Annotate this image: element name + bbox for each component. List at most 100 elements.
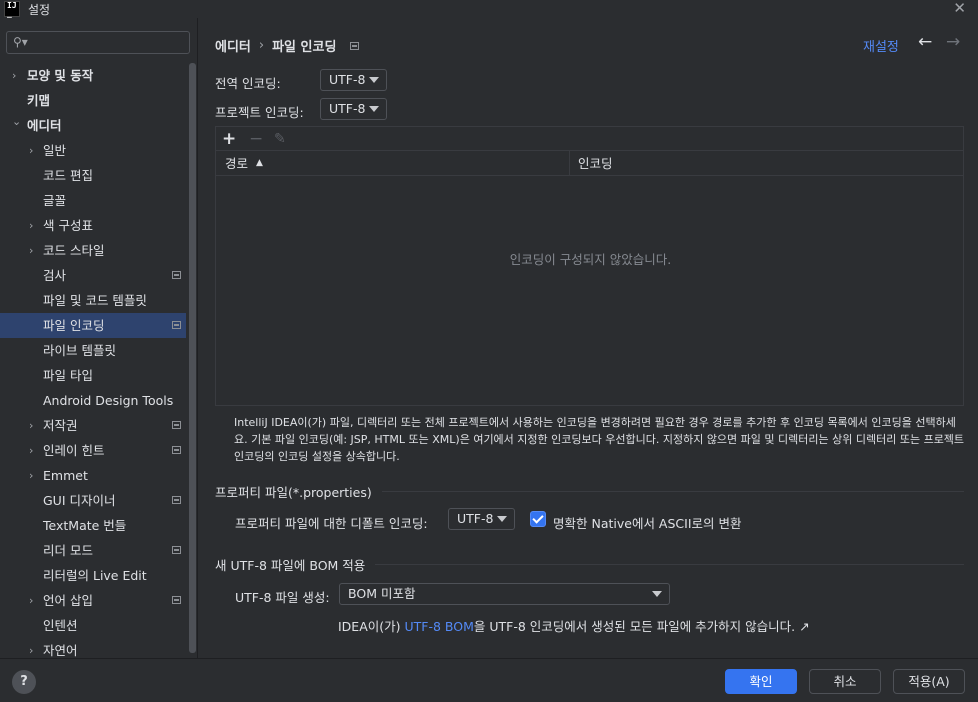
chevron-right-icon[interactable]: › — [12, 63, 16, 88]
sidebar-item[interactable]: 파일 타입 — [0, 363, 186, 388]
table-toolbar: + − ✎ — [216, 127, 963, 151]
sidebar-item-label: 색 구성표 — [43, 218, 93, 233]
settings-tree: › 모양 및 동작 키맵 ⌄ 에디터 › 일반 코드 편집 글꼴 › 색 구성표 › 코드 스타일 검사 파… — [0, 63, 186, 663]
breadcrumb-current: 파일 인코딩 — [272, 40, 337, 55]
chevron-right-icon[interactable]: › — [29, 238, 33, 263]
sidebar-item[interactable]: 파일 및 코드 템플릿 — [0, 288, 186, 313]
sidebar-item[interactable]: GUI 디자이너 — [0, 488, 186, 513]
window-titlebar: IJ _ 설정 ✕ — [0, 0, 978, 18]
sidebar-item-label: 인레이 힌트 — [43, 443, 105, 458]
sidebar-item-label: 파일 및 코드 템플릿 — [43, 293, 147, 308]
edit-icon[interactable]: ✎ — [274, 127, 286, 151]
sidebar-item[interactable]: › 색 구성표 — [0, 213, 186, 238]
chevron-right-icon[interactable]: › — [29, 413, 33, 438]
settings-search[interactable]: ⚲▾ — [6, 31, 190, 54]
reset-link[interactable]: 재설정 — [863, 36, 899, 55]
forward-arrow-icon[interactable]: → — [946, 32, 960, 52]
project-scope-icon — [172, 421, 181, 429]
breadcrumb-parent[interactable]: 에디터 — [215, 36, 251, 55]
section-divider — [381, 491, 964, 492]
sidebar-item[interactable]: 코드 편집 — [0, 163, 186, 188]
sidebar-item-label: 검사 — [43, 268, 67, 283]
chevron-down-icon — [652, 591, 662, 597]
sidebar-item[interactable]: 키맵 — [0, 88, 186, 113]
native-to-ascii-checkbox[interactable] — [530, 511, 546, 527]
global-encoding-label: 전역 인코딩: — [215, 76, 281, 91]
apply-button[interactable]: 적용(A) — [893, 669, 965, 694]
sidebar-item-label: 라이브 템플릿 — [43, 343, 116, 358]
sidebar-item-label: Android Design Tools — [43, 393, 174, 408]
sidebar-item[interactable]: 리더 모드 — [0, 538, 186, 563]
bom-create-value: BOM 미포함 — [348, 586, 416, 601]
sidebar-item[interactable]: › 인레이 힌트 — [0, 438, 186, 463]
sidebar-item[interactable]: › 저작권 — [0, 413, 186, 438]
add-icon[interactable]: + — [222, 127, 236, 151]
sidebar-item[interactable]: 검사 — [0, 263, 186, 288]
properties-encoding-select[interactable]: UTF-8 — [448, 508, 515, 530]
column-header-path[interactable]: 경로 — [225, 151, 248, 176]
project-scope-icon — [172, 446, 181, 454]
project-encoding-value: UTF-8 — [329, 101, 366, 116]
sidebar-item[interactable]: 리터럴의 Live Edit — [0, 563, 186, 588]
bom-hint-prefix: IDEA이(가) — [338, 619, 405, 634]
remove-icon[interactable]: − — [249, 127, 263, 151]
chevron-down-icon[interactable]: ⌄ — [12, 109, 21, 134]
bom-create-label: UTF-8 파일 생성: — [235, 590, 330, 605]
column-header-encoding[interactable]: 인코딩 — [578, 151, 613, 176]
sidebar-item[interactable]: › Emmet — [0, 463, 186, 488]
sidebar-item-label: 언어 삽입 — [43, 593, 93, 608]
global-encoding-value: UTF-8 — [329, 72, 366, 87]
chevron-right-icon[interactable]: › — [29, 438, 33, 463]
table-empty-message: 인코딩이 구성되지 않았습니다. — [509, 252, 672, 267]
chevron-down-icon — [369, 77, 379, 83]
sort-ascending-icon: ▲ — [256, 158, 263, 168]
sidebar-item-label: 글꼴 — [43, 193, 67, 208]
ok-button[interactable]: 확인 — [725, 669, 797, 694]
sidebar-item-label: 파일 타입 — [43, 368, 93, 383]
sidebar-item[interactable]: › 코드 스타일 — [0, 238, 186, 263]
dialog-footer: ? 확인 취소 적용(A) — [0, 658, 978, 702]
sidebar-item[interactable]: 인텐션 — [0, 613, 186, 638]
close-icon[interactable]: ✕ — [953, 0, 966, 17]
sidebar-item[interactable]: › 언어 삽입 — [0, 588, 186, 613]
chevron-right-icon[interactable]: › — [29, 588, 33, 613]
bom-section-title: 새 UTF-8 파일에 BOM 적용 — [215, 558, 366, 573]
intellij-logo-icon: IJ _ — [4, 1, 20, 18]
sidebar-item-label: Emmet — [43, 468, 88, 483]
project-scope-icon — [172, 546, 181, 554]
native-to-ascii-label[interactable]: 명확한 Native에서 ASCII로의 변환 — [553, 513, 741, 532]
sidebar-item[interactable]: Android Design Tools — [0, 388, 186, 413]
sidebar-item[interactable]: ⌄ 에디터 — [0, 113, 186, 138]
sidebar-item[interactable]: 파일 인코딩 — [0, 313, 186, 338]
sidebar-scrollbar[interactable] — [189, 63, 196, 658]
sidebar-item[interactable]: › 모양 및 동작 — [0, 63, 186, 88]
global-encoding-select[interactable]: UTF-8 — [320, 69, 387, 91]
project-encoding-select[interactable]: UTF-8 — [320, 98, 387, 120]
column-divider[interactable] — [569, 151, 570, 176]
sidebar-item[interactable]: 라이브 템플릿 — [0, 338, 186, 363]
chevron-right-icon[interactable]: › — [29, 138, 33, 163]
encoding-description: IntelliJ IDEA이(가) 파일, 디렉터리 또는 전체 프로젝트에서 … — [234, 416, 965, 463]
sidebar-item-label: 리터럴의 Live Edit — [43, 568, 147, 583]
chevron-right-icon[interactable]: › — [29, 463, 33, 488]
properties-section-header: 프로퍼티 파일(*.properties) — [215, 482, 964, 501]
bom-create-select[interactable]: BOM 미포함 — [339, 583, 670, 605]
properties-default-label: 프로퍼티 파일에 대한 디폴트 인코딩: — [235, 516, 428, 531]
back-arrow-icon[interactable]: ← — [918, 32, 932, 52]
sidebar-item[interactable]: TextMate 번들 — [0, 513, 186, 538]
help-button[interactable]: ? — [12, 670, 36, 694]
search-input[interactable] — [33, 34, 183, 51]
window-title: 설정 — [28, 2, 51, 17]
project-scope-icon — [172, 496, 181, 504]
sidebar-item[interactable]: › 일반 — [0, 138, 186, 163]
cancel-button[interactable]: 취소 — [809, 669, 881, 694]
sidebar-item-label: 일반 — [43, 143, 67, 158]
utf8-bom-link[interactable]: UTF-8 BOM — [405, 619, 474, 634]
chevron-right-icon[interactable]: › — [29, 213, 33, 238]
bom-section-header: 새 UTF-8 파일에 BOM 적용 — [215, 555, 964, 574]
sidebar-item[interactable]: 글꼴 — [0, 188, 186, 213]
scrollbar-thumb[interactable] — [189, 63, 196, 653]
settings-main-panel: 에디터 › 파일 인코딩 재설정 ← → 전역 인코딩: UTF-8 프로젝트 … — [199, 18, 978, 658]
sidebar-item-label: 코드 편집 — [43, 168, 93, 183]
settings-sidebar: ⚲▾ › 모양 및 동작 키맵 ⌄ 에디터 › 일반 코드 편집 글꼴 › 색 구성표 › 코드 스타일… — [0, 18, 198, 658]
